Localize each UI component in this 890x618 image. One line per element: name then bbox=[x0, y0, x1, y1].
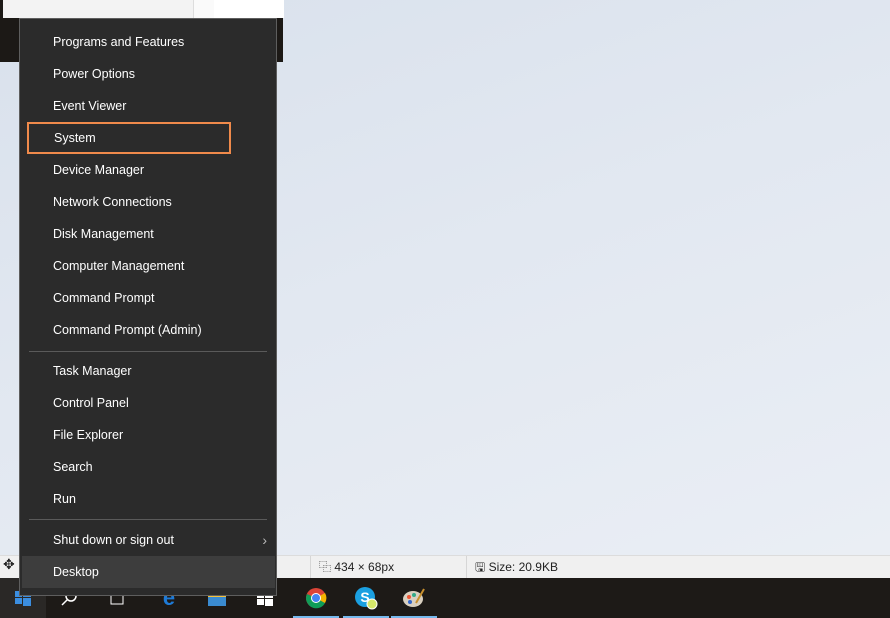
menu-item-label: Shut down or sign out bbox=[53, 533, 174, 547]
menu-item-label: Search bbox=[53, 460, 93, 474]
menu-item-control-panel[interactable]: Control Panel bbox=[26, 387, 275, 419]
menu-item-search[interactable]: Search bbox=[26, 451, 275, 483]
menu-item-label: Computer Management bbox=[53, 259, 185, 273]
menu-item-command-prompt-admin[interactable]: Command Prompt (Admin) bbox=[26, 314, 275, 346]
paint-icon[interactable] bbox=[391, 578, 437, 618]
menu-item-label: Command Prompt (Admin) bbox=[53, 323, 202, 337]
power-user-menu: Programs and Features Power Options Event … bbox=[19, 18, 277, 596]
menu-divider bbox=[29, 519, 267, 520]
chrome-icon[interactable] bbox=[293, 578, 339, 618]
save-icon: 🖫 bbox=[475, 560, 486, 574]
dimensions-readout: ⿻ 434 × 68px bbox=[310, 556, 469, 579]
menu-item-network-connections[interactable]: Network Connections bbox=[26, 186, 275, 218]
menu-item-label: Control Panel bbox=[53, 396, 129, 410]
menu-item-system[interactable]: System bbox=[27, 122, 231, 154]
window-strip bbox=[214, 0, 284, 18]
move-icon: ✥ bbox=[3, 556, 15, 572]
menu-item-label: Network Connections bbox=[53, 195, 172, 209]
menu-item-label: Event Viewer bbox=[53, 99, 127, 113]
menu-item-command-prompt[interactable]: Command Prompt bbox=[26, 282, 275, 314]
menu-item-label: Command Prompt bbox=[53, 291, 155, 305]
menu-item-device-manager[interactable]: Device Manager bbox=[26, 154, 275, 186]
menu-item-task-manager[interactable]: Task Manager bbox=[26, 355, 275, 387]
size-text: Size: 20.9KB bbox=[488, 560, 558, 574]
menu-item-label: File Explorer bbox=[53, 428, 124, 442]
size-readout: 🖫 Size: 20.9KB bbox=[466, 556, 675, 579]
menu-item-label: Power Options bbox=[53, 67, 135, 81]
chevron-right-icon: › bbox=[262, 532, 267, 548]
menu-item-label: Task Manager bbox=[53, 364, 132, 378]
menu-item-label: Device Manager bbox=[53, 163, 145, 177]
menu-item-shut-down-or-sign-out[interactable]: Shut down or sign out › bbox=[26, 524, 275, 556]
menu-item-run[interactable]: Run bbox=[26, 483, 275, 515]
menu-item-programs-and-features[interactable]: Programs and Features bbox=[26, 26, 275, 58]
menu-item-file-explorer[interactable]: File Explorer bbox=[26, 419, 275, 451]
menu-divider bbox=[29, 351, 267, 352]
resize-icon: ⿻ bbox=[319, 560, 332, 574]
menu-item-label: Run bbox=[53, 492, 76, 506]
window-strip bbox=[3, 0, 193, 18]
menu-item-label: Disk Management bbox=[53, 227, 154, 241]
menu-item-desktop[interactable]: Desktop bbox=[22, 556, 275, 588]
menu-item-label: Desktop bbox=[53, 565, 99, 579]
dimensions-text: 434 × 68px bbox=[334, 560, 395, 574]
window-strip bbox=[193, 0, 214, 18]
menu-item-power-options[interactable]: Power Options bbox=[26, 58, 275, 90]
menu-item-computer-management[interactable]: Computer Management bbox=[26, 250, 275, 282]
menu-item-label: System bbox=[54, 131, 96, 145]
menu-item-disk-management[interactable]: Disk Management bbox=[26, 218, 275, 250]
skype-icon[interactable]: S bbox=[343, 578, 389, 618]
menu-item-label: Programs and Features bbox=[53, 35, 185, 49]
menu-item-event-viewer[interactable]: Event Viewer bbox=[26, 90, 275, 122]
